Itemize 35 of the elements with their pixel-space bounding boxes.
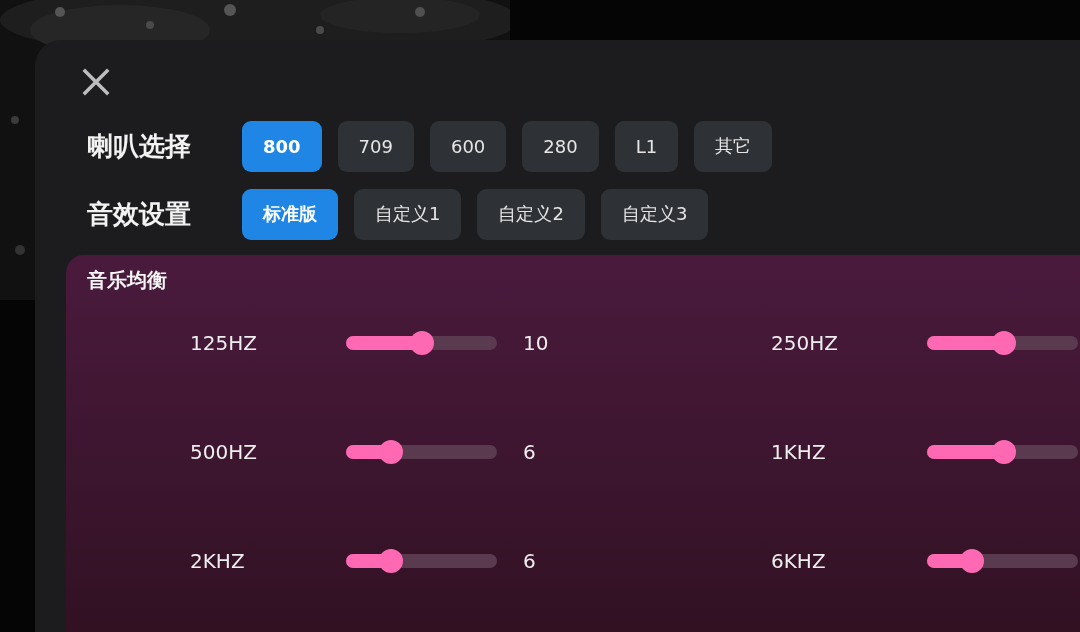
band-label: 125HZ: [190, 330, 258, 355]
band-value: 10: [523, 330, 549, 355]
slider-track[interactable]: [346, 439, 497, 464]
equalizer-title: 音乐均衡: [87, 267, 168, 294]
slider-track[interactable]: [346, 330, 497, 355]
slider-thumb[interactable]: [960, 548, 985, 573]
band-label: 6KHZ: [771, 548, 827, 573]
option-button[interactable]: 709: [337, 120, 414, 172]
option-button[interactable]: 其它: [694, 120, 773, 172]
option-button[interactable]: 280: [522, 120, 599, 172]
slider-thumb[interactable]: [992, 330, 1016, 355]
option-button[interactable]: 800: [242, 120, 322, 172]
band-label: 2KHZ: [190, 548, 246, 573]
option-button[interactable]: L1: [614, 120, 679, 172]
slider-thumb[interactable]: [379, 439, 404, 464]
slider-thumb[interactable]: [409, 330, 434, 355]
option-button[interactable]: 600: [429, 120, 507, 172]
band-value: 6: [523, 439, 536, 464]
option-button[interactable]: 自定义1: [354, 188, 462, 240]
band-label: 500HZ: [190, 439, 258, 464]
slider-thumb[interactable]: [379, 548, 404, 573]
slider-track[interactable]: [927, 330, 1078, 355]
close-icon[interactable]: [82, 68, 110, 96]
band-value: 6: [523, 548, 536, 573]
slider-track[interactable]: [927, 548, 1078, 573]
option-button[interactable]: 自定义3: [600, 188, 709, 240]
band-label: 1KHZ: [771, 439, 827, 464]
slider-thumb[interactable]: [992, 439, 1016, 464]
row-label: 喇叭选择: [87, 129, 192, 163]
row-label: 音效设置: [87, 197, 192, 231]
option-button[interactable]: 标准版: [242, 188, 338, 240]
band-label: 250HZ: [771, 330, 839, 355]
slider-track[interactable]: [927, 439, 1078, 464]
slider-track[interactable]: [346, 548, 497, 573]
option-button[interactable]: 自定义2: [477, 188, 585, 240]
